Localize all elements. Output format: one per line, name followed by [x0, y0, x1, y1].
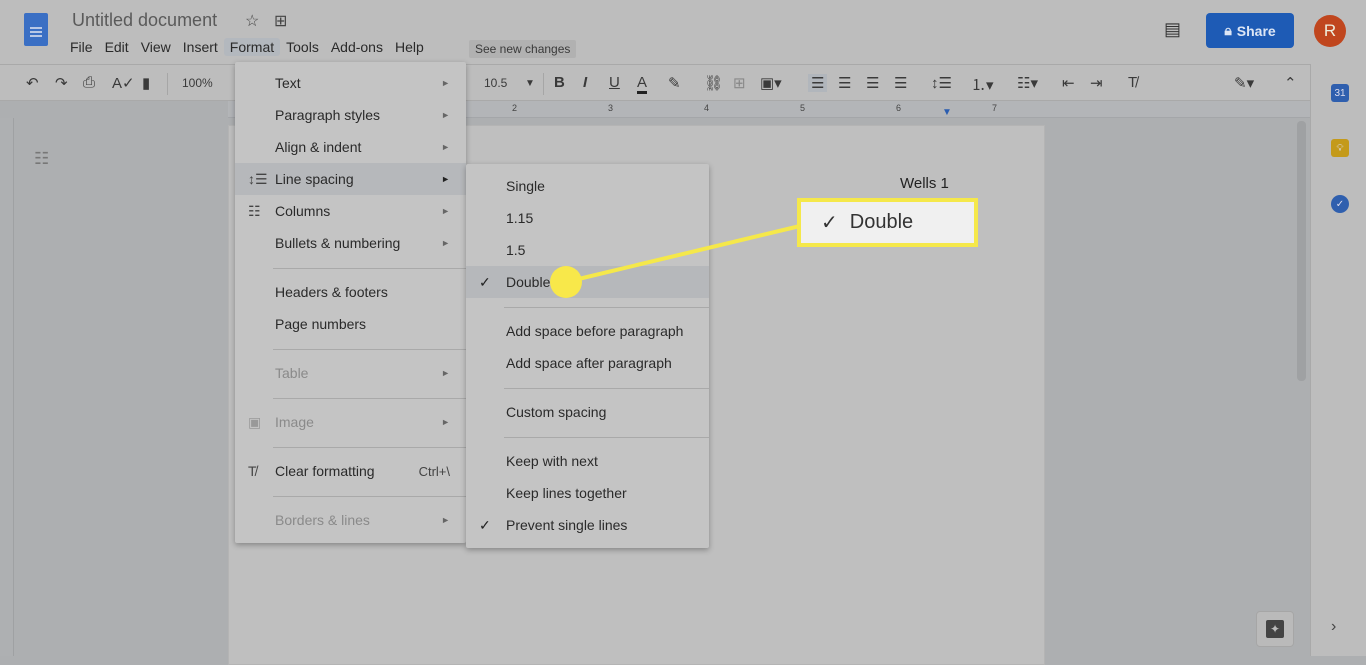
callout-dot	[550, 266, 582, 298]
check-icon: ✓	[821, 212, 838, 234]
callout-line	[565, 224, 801, 284]
callout-label: Double	[849, 211, 914, 233]
callout-box: ✓ Double	[797, 198, 978, 247]
